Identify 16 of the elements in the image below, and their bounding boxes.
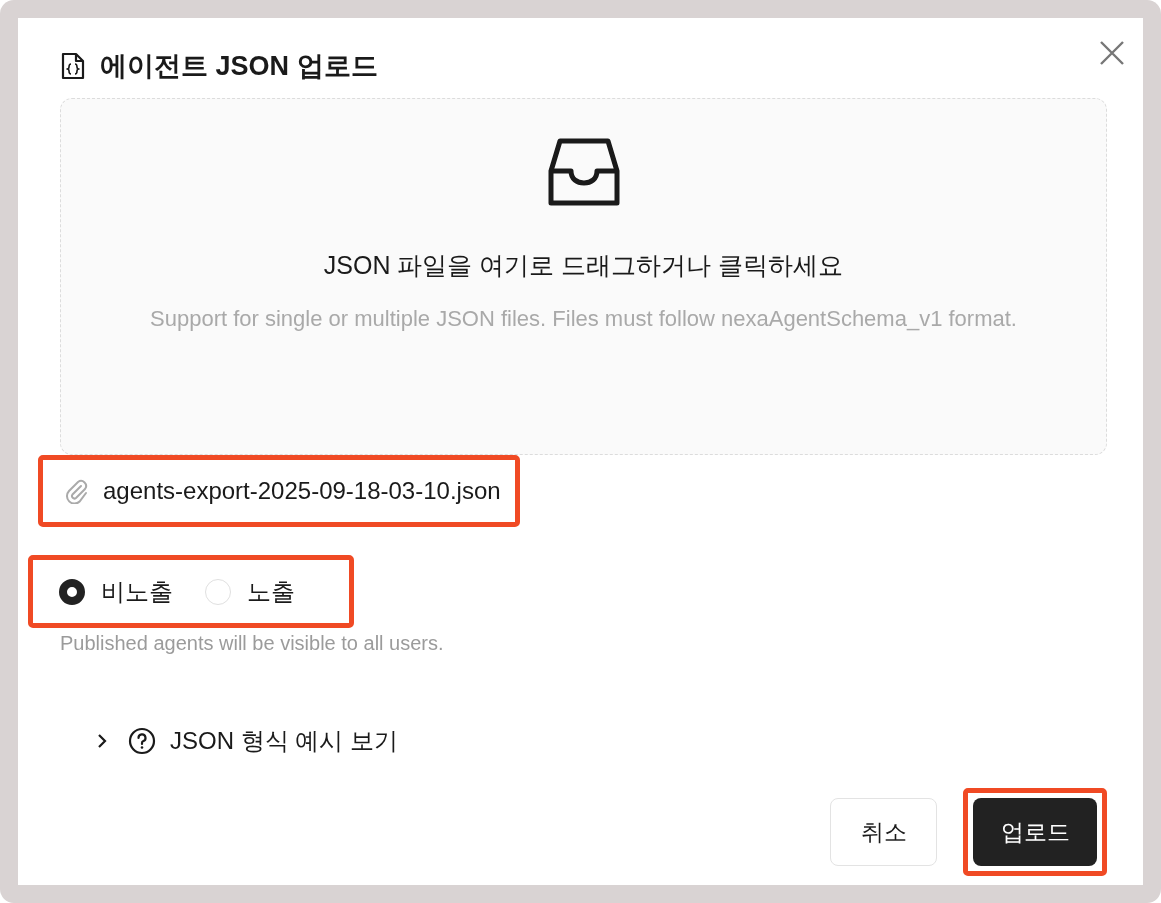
- upload-button[interactable]: 업로드: [973, 798, 1097, 866]
- radio-option[interactable]: 비노출: [59, 575, 173, 608]
- example-toggle[interactable]: JSON 형식 예시 보기: [90, 725, 398, 757]
- drop-zone-hint: Support for single or multiple JSON files. Files must follow nexaAgentSchema_v1 format.: [150, 305, 1017, 333]
- drop-zone-title: JSON 파일을 여기로 드래그하거나 클릭하세요: [323, 250, 844, 281]
- cancel-button[interactable]: 취소: [830, 798, 937, 866]
- help-icon: [128, 727, 156, 755]
- dialog-title: 에이전트 JSON 업로드: [100, 50, 378, 83]
- radio-button[interactable]: [59, 578, 85, 605]
- drop-zone[interactable]: JSON 파일을 여기로 드래그하거나 클릭하세요 Support for single or multiple JSON files. Files must follow nexaAgentSchema_v1 format.: [60, 98, 1107, 455]
- help-text: Published agents will be visible to all users.: [60, 632, 445, 655]
- inbox-icon: [547, 137, 620, 207]
- radio-option[interactable]: 노출: [205, 575, 295, 608]
- json-file-icon: [60, 51, 86, 81]
- file-name: agents-export-2025-09-18-03-10.json: [103, 477, 501, 505]
- paperclip-icon: [65, 478, 89, 504]
